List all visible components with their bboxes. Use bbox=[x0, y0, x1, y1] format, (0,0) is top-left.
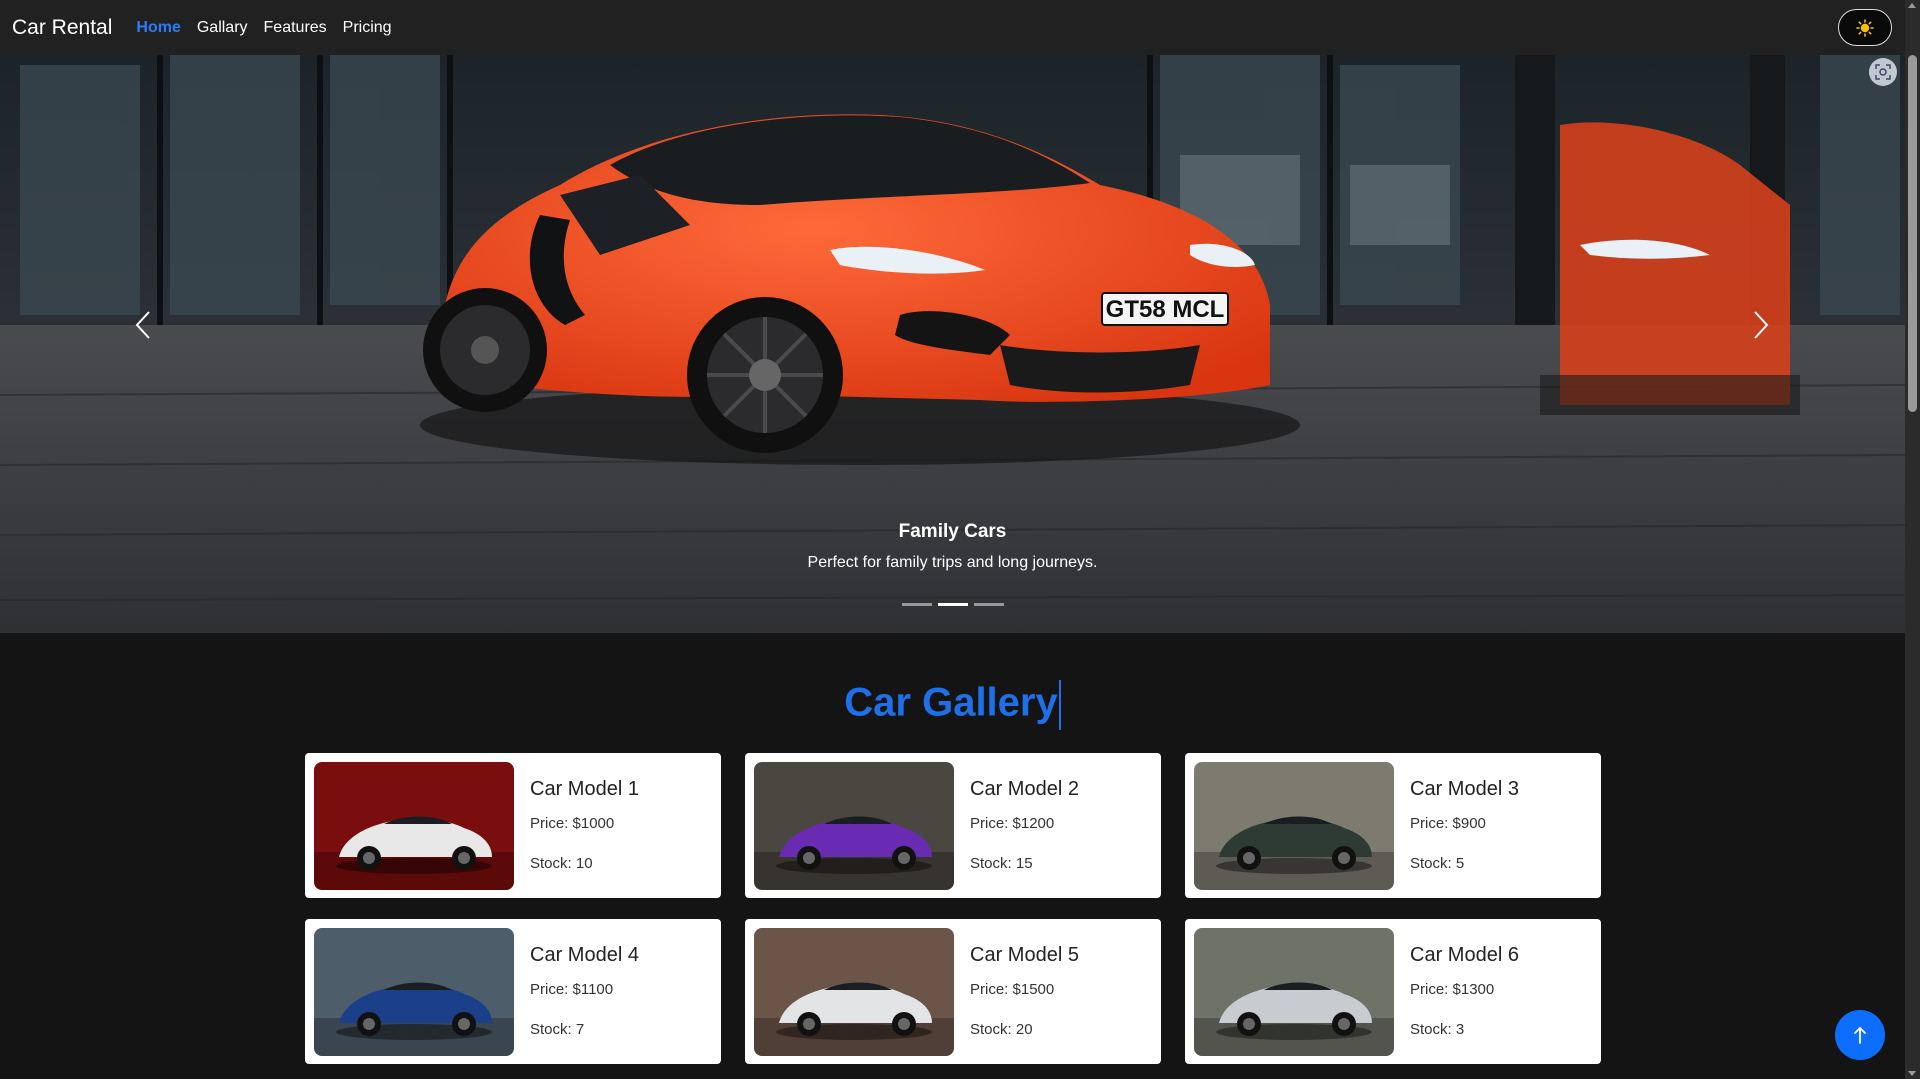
car-card[interactable]: Car Model 3 Price: $900 Stock: 5 bbox=[1185, 753, 1601, 898]
page-scrollbar[interactable] bbox=[1905, 0, 1920, 1079]
car-card[interactable]: Car Model 5 Price: $1500 Stock: 20 bbox=[745, 919, 1161, 1064]
car-card-name: Car Model 3 bbox=[1410, 778, 1519, 800]
car-card-price: Price: $900 bbox=[1410, 815, 1486, 832]
carousel-prev-button[interactable] bbox=[113, 295, 173, 355]
car-card-image bbox=[314, 762, 514, 890]
visual-search-button[interactable] bbox=[1869, 58, 1897, 86]
scan-icon bbox=[1875, 64, 1891, 80]
car-card-image bbox=[1194, 928, 1394, 1056]
carousel-caption-text: Perfect for family trips and long journe… bbox=[807, 554, 1098, 571]
car-card-stock: Stock: 3 bbox=[1410, 1021, 1465, 1038]
car-card-name: Car Model 4 bbox=[530, 944, 639, 966]
car-card[interactable]: Car Model 1 Price: $1000 Stock: 10 bbox=[305, 753, 721, 898]
car-card-price: Price: $1100 bbox=[530, 981, 614, 998]
car-card-price: Price: $1200 bbox=[970, 815, 1055, 832]
nav-link-pricing[interactable]: Pricing bbox=[343, 19, 392, 37]
arrow-up-icon bbox=[1854, 1026, 1866, 1044]
car-card-name: Car Model 5 bbox=[970, 944, 1079, 966]
car-card-stock: Stock: 10 bbox=[530, 855, 593, 872]
car-card-image bbox=[754, 762, 954, 890]
carousel-caption-title: Family Cars bbox=[898, 521, 1007, 542]
navbar: Car Rental Home Gallary Features Pricing bbox=[0, 0, 1905, 55]
scrollbar-thumb[interactable] bbox=[1908, 55, 1917, 412]
car-card-price: Price: $1000 bbox=[530, 815, 615, 832]
scrollbar-up-arrow[interactable] bbox=[1908, 3, 1916, 8]
car-card-stock: Stock: 7 bbox=[530, 1021, 585, 1038]
car-card-image bbox=[754, 928, 954, 1056]
car-card-name: Car Model 2 bbox=[970, 778, 1079, 800]
car-card[interactable]: Car Model 6 Price: $1300 Stock: 3 bbox=[1185, 919, 1601, 1064]
chevron-left-icon bbox=[135, 311, 150, 339]
hero-slide-image: GT58 MCL bbox=[0, 55, 1905, 633]
license-plate-text: GT58 MCL bbox=[1106, 296, 1225, 323]
car-card-image bbox=[1194, 762, 1394, 890]
scroll-to-top-button[interactable] bbox=[1835, 1010, 1885, 1060]
car-card[interactable]: Car Model 2 Price: $1200 Stock: 15 bbox=[745, 753, 1161, 898]
car-card-info: Car Model 6 Price: $1300 Stock: 3 bbox=[1410, 944, 1519, 1038]
text-cursor bbox=[1058, 680, 1061, 730]
car-card[interactable]: Car Model 4 Price: $1100 Stock: 7 bbox=[305, 919, 721, 1064]
car-card-name: Car Model 1 bbox=[530, 778, 639, 800]
theme-toggle-button[interactable] bbox=[1838, 9, 1892, 46]
car-card-info: Car Model 1 Price: $1000 Stock: 10 bbox=[530, 778, 639, 872]
chevron-right-icon bbox=[1754, 311, 1769, 339]
carousel-indicator-1[interactable] bbox=[902, 603, 932, 606]
car-card-image bbox=[314, 928, 514, 1056]
carousel-indicator-2[interactable] bbox=[938, 603, 968, 606]
car-card-price: Price: $1300 bbox=[1410, 981, 1495, 998]
carousel-next-button[interactable] bbox=[1731, 295, 1791, 355]
scrollbar-down-arrow[interactable] bbox=[1908, 1071, 1916, 1076]
car-card-stock: Stock: 5 bbox=[1410, 855, 1465, 872]
brand-logo[interactable]: Car Rental bbox=[12, 16, 112, 40]
car-card-price: Price: $1500 bbox=[970, 981, 1055, 998]
gallery-title: Car Gallery bbox=[0, 680, 1905, 730]
car-card-info: Car Model 3 Price: $900 Stock: 5 bbox=[1410, 778, 1519, 872]
sun-icon bbox=[1856, 18, 1874, 37]
car-card-info: Car Model 4 Price: $1100 Stock: 7 bbox=[530, 944, 639, 1038]
carousel-indicator-3[interactable] bbox=[974, 603, 1004, 606]
car-card-stock: Stock: 15 bbox=[970, 855, 1033, 872]
car-card-info: Car Model 5 Price: $1500 Stock: 20 bbox=[970, 944, 1079, 1038]
nav-link-home[interactable]: Home bbox=[136, 19, 180, 37]
nav-link-gallary[interactable]: Gallary bbox=[197, 19, 248, 37]
car-card-stock: Stock: 20 bbox=[970, 1021, 1033, 1038]
hero-carousel: GT58 MCL Family Cars Perfect for family … bbox=[0, 55, 1905, 633]
car-card-info: Car Model 2 Price: $1200 Stock: 15 bbox=[970, 778, 1079, 872]
car-card-name: Car Model 6 bbox=[1410, 944, 1519, 966]
carousel-indicators bbox=[902, 603, 1004, 606]
nav-link-features[interactable]: Features bbox=[264, 19, 327, 37]
